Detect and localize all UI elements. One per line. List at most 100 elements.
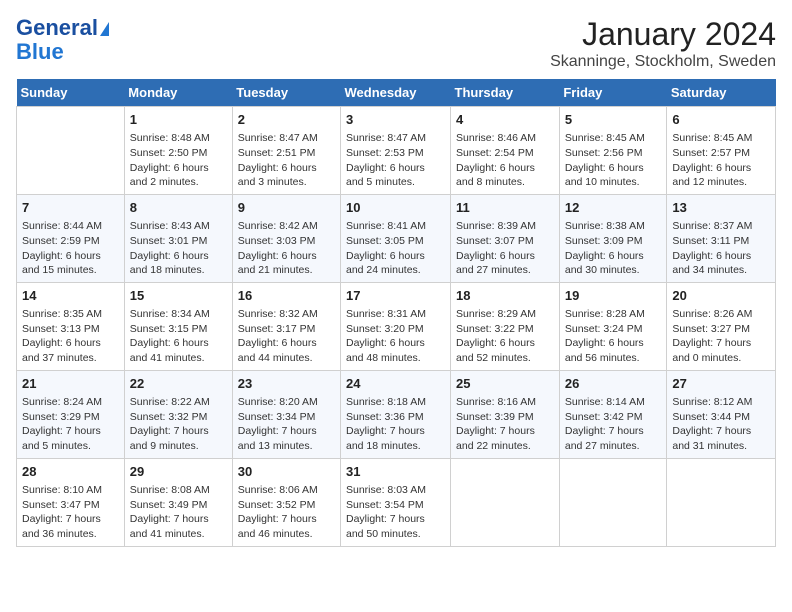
day-number: 10 — [346, 199, 445, 217]
calendar-cell: 12 Sunrise: 8:38 AM Sunset: 3:09 PM Dayli… — [559, 194, 667, 282]
day-number: 14 — [22, 287, 119, 305]
day-info: Sunrise: 8:42 AM Sunset: 3:03 PM Dayligh… — [238, 219, 335, 278]
day-number: 2 — [238, 111, 335, 129]
calendar-week-row: 7Sunrise: 8:44 AM Sunset: 2:59 PM Daylig… — [17, 194, 776, 282]
calendar-cell: 22Sunrise: 8:22 AM Sunset: 3:32 PM Dayli… — [124, 370, 232, 458]
day-info: Sunrise: 8:29 AM Sunset: 3:22 PM Dayligh… — [456, 307, 554, 366]
calendar-week-row: 28Sunrise: 8:10 AM Sunset: 3:47 PM Dayli… — [17, 458, 776, 546]
calendar-cell: 3 Sunrise: 8:47 AM Sunset: 2:53 PM Daylig… — [341, 107, 451, 195]
day-info: Sunrise: 8:14 AM Sunset: 3:42 PM Dayligh… — [565, 395, 662, 454]
page-header: General Blue January 2024 Skanninge, Sto… — [16, 16, 776, 71]
day-number: 15 — [130, 287, 227, 305]
calendar-week-row: 1 Sunrise: 8:48 AM Sunset: 2:50 PM Daylig… — [17, 107, 776, 195]
header-thursday: Thursday — [451, 79, 560, 107]
calendar-cell: 15 Sunrise: 8:34 AM Sunset: 3:15 PM Dayli… — [124, 282, 232, 370]
logo: General Blue — [16, 16, 109, 64]
calendar-cell — [559, 458, 667, 546]
calendar-cell: 30 Sunrise: 8:06 AM Sunset: 3:52 PM Dayli… — [232, 458, 340, 546]
day-number: 5 — [565, 111, 662, 129]
calendar-cell: 13Sunrise: 8:37 AM Sunset: 3:11 PM Dayli… — [667, 194, 776, 282]
page-subtitle: Skanninge, Stockholm, Sweden — [550, 53, 776, 71]
day-info: Sunrise: 8:48 AM Sunset: 2:50 PM Dayligh… — [130, 131, 227, 190]
header-sunday: Sunday — [17, 79, 125, 107]
calendar-cell: 8 Sunrise: 8:43 AM Sunset: 3:01 PM Daylig… — [124, 194, 232, 282]
calendar-cell: 28Sunrise: 8:10 AM Sunset: 3:47 PM Dayli… — [17, 458, 125, 546]
day-number: 18 — [456, 287, 554, 305]
day-number: 17 — [346, 287, 445, 305]
day-number: 23 — [238, 375, 335, 393]
calendar-cell: 16Sunrise: 8:32 AM Sunset: 3:17 PM Dayli… — [232, 282, 340, 370]
logo-general-text: General — [16, 15, 98, 40]
day-number: 9 — [238, 199, 335, 217]
calendar-cell: 14 Sunrise: 8:35 AM Sunset: 3:13 PM Dayli… — [17, 282, 125, 370]
day-number: 12 — [565, 199, 662, 217]
day-number: 20 — [672, 287, 770, 305]
calendar-cell: 1 Sunrise: 8:48 AM Sunset: 2:50 PM Daylig… — [124, 107, 232, 195]
calendar-cell: 20Sunrise: 8:26 AM Sunset: 3:27 PM Dayli… — [667, 282, 776, 370]
day-info: Sunrise: 8:45 AM Sunset: 2:56 PM Dayligh… — [565, 131, 662, 190]
day-number: 6 — [672, 111, 770, 129]
calendar-cell: 17 Sunrise: 8:31 AM Sunset: 3:20 PM Dayli… — [341, 282, 451, 370]
calendar-cell: 23 Sunrise: 8:20 AM Sunset: 3:34 PM Dayli… — [232, 370, 340, 458]
calendar-cell — [667, 458, 776, 546]
calendar-cell: 31Sunrise: 8:03 AM Sunset: 3:54 PM Dayli… — [341, 458, 451, 546]
logo-triangle-icon — [100, 22, 109, 36]
day-info: Sunrise: 8:06 AM Sunset: 3:52 PM Dayligh… — [238, 483, 335, 542]
day-number: 27 — [672, 375, 770, 393]
day-number: 3 — [346, 111, 445, 129]
day-info: Sunrise: 8:32 AM Sunset: 3:17 PM Dayligh… — [238, 307, 335, 366]
day-number: 11 — [456, 199, 554, 217]
calendar-cell: 7Sunrise: 8:44 AM Sunset: 2:59 PM Daylig… — [17, 194, 125, 282]
day-number: 31 — [346, 463, 445, 481]
day-number: 22 — [130, 375, 227, 393]
calendar-header-row: SundayMondayTuesdayWednesdayThursdayFrid… — [17, 79, 776, 107]
day-info: Sunrise: 8:35 AM Sunset: 3:13 PM Dayligh… — [22, 307, 119, 366]
calendar-cell: 5 Sunrise: 8:45 AM Sunset: 2:56 PM Daylig… — [559, 107, 667, 195]
day-number: 21 — [22, 375, 119, 393]
calendar-cell: 24 Sunrise: 8:18 AM Sunset: 3:36 PM Dayli… — [341, 370, 451, 458]
header-saturday: Saturday — [667, 79, 776, 107]
day-info: Sunrise: 8:47 AM Sunset: 2:51 PM Dayligh… — [238, 131, 335, 190]
day-info: Sunrise: 8:10 AM Sunset: 3:47 PM Dayligh… — [22, 483, 119, 542]
day-info: Sunrise: 8:41 AM Sunset: 3:05 PM Dayligh… — [346, 219, 445, 278]
calendar-cell: 19Sunrise: 8:28 AM Sunset: 3:24 PM Dayli… — [559, 282, 667, 370]
day-info: Sunrise: 8:20 AM Sunset: 3:34 PM Dayligh… — [238, 395, 335, 454]
calendar-cell: 18 Sunrise: 8:29 AM Sunset: 3:22 PM Dayli… — [451, 282, 560, 370]
day-info: Sunrise: 8:12 AM Sunset: 3:44 PM Dayligh… — [672, 395, 770, 454]
calendar-table: SundayMondayTuesdayWednesdayThursdayFrid… — [16, 79, 776, 547]
day-info: Sunrise: 8:16 AM Sunset: 3:39 PM Dayligh… — [456, 395, 554, 454]
day-info: Sunrise: 8:18 AM Sunset: 3:36 PM Dayligh… — [346, 395, 445, 454]
day-info: Sunrise: 8:43 AM Sunset: 3:01 PM Dayligh… — [130, 219, 227, 278]
calendar-cell: 21Sunrise: 8:24 AM Sunset: 3:29 PM Dayli… — [17, 370, 125, 458]
day-info: Sunrise: 8:31 AM Sunset: 3:20 PM Dayligh… — [346, 307, 445, 366]
day-info: Sunrise: 8:44 AM Sunset: 2:59 PM Dayligh… — [22, 219, 119, 278]
day-info: Sunrise: 8:08 AM Sunset: 3:49 PM Dayligh… — [130, 483, 227, 542]
calendar-cell: 10 Sunrise: 8:41 AM Sunset: 3:05 PM Dayli… — [341, 194, 451, 282]
day-info: Sunrise: 8:45 AM Sunset: 2:57 PM Dayligh… — [672, 131, 770, 190]
calendar-cell: 29 Sunrise: 8:08 AM Sunset: 3:49 PM Dayli… — [124, 458, 232, 546]
calendar-cell: 9 Sunrise: 8:42 AM Sunset: 3:03 PM Daylig… — [232, 194, 340, 282]
day-number: 25 — [456, 375, 554, 393]
day-number: 24 — [346, 375, 445, 393]
day-info: Sunrise: 8:34 AM Sunset: 3:15 PM Dayligh… — [130, 307, 227, 366]
calendar-week-row: 14 Sunrise: 8:35 AM Sunset: 3:13 PM Dayli… — [17, 282, 776, 370]
day-number: 19 — [565, 287, 662, 305]
calendar-cell: 25 Sunrise: 8:16 AM Sunset: 3:39 PM Dayli… — [451, 370, 560, 458]
calendar-cell: 6 Sunrise: 8:45 AM Sunset: 2:57 PM Daylig… — [667, 107, 776, 195]
day-number: 26 — [565, 375, 662, 393]
day-number: 1 — [130, 111, 227, 129]
day-number: 4 — [456, 111, 554, 129]
calendar-cell: 26 Sunrise: 8:14 AM Sunset: 3:42 PM Dayli… — [559, 370, 667, 458]
day-info: Sunrise: 8:39 AM Sunset: 3:07 PM Dayligh… — [456, 219, 554, 278]
page-title: January 2024 — [550, 16, 776, 53]
title-block: January 2024 Skanninge, Stockholm, Swede… — [550, 16, 776, 71]
logo-line1: General — [16, 16, 109, 40]
header-monday: Monday — [124, 79, 232, 107]
calendar-cell: 4Sunrise: 8:46 AM Sunset: 2:54 PM Daylig… — [451, 107, 560, 195]
calendar-week-row: 21Sunrise: 8:24 AM Sunset: 3:29 PM Dayli… — [17, 370, 776, 458]
day-info: Sunrise: 8:38 AM Sunset: 3:09 PM Dayligh… — [565, 219, 662, 278]
day-number: 30 — [238, 463, 335, 481]
day-number: 29 — [130, 463, 227, 481]
day-number: 8 — [130, 199, 227, 217]
day-info: Sunrise: 8:47 AM Sunset: 2:53 PM Dayligh… — [346, 131, 445, 190]
